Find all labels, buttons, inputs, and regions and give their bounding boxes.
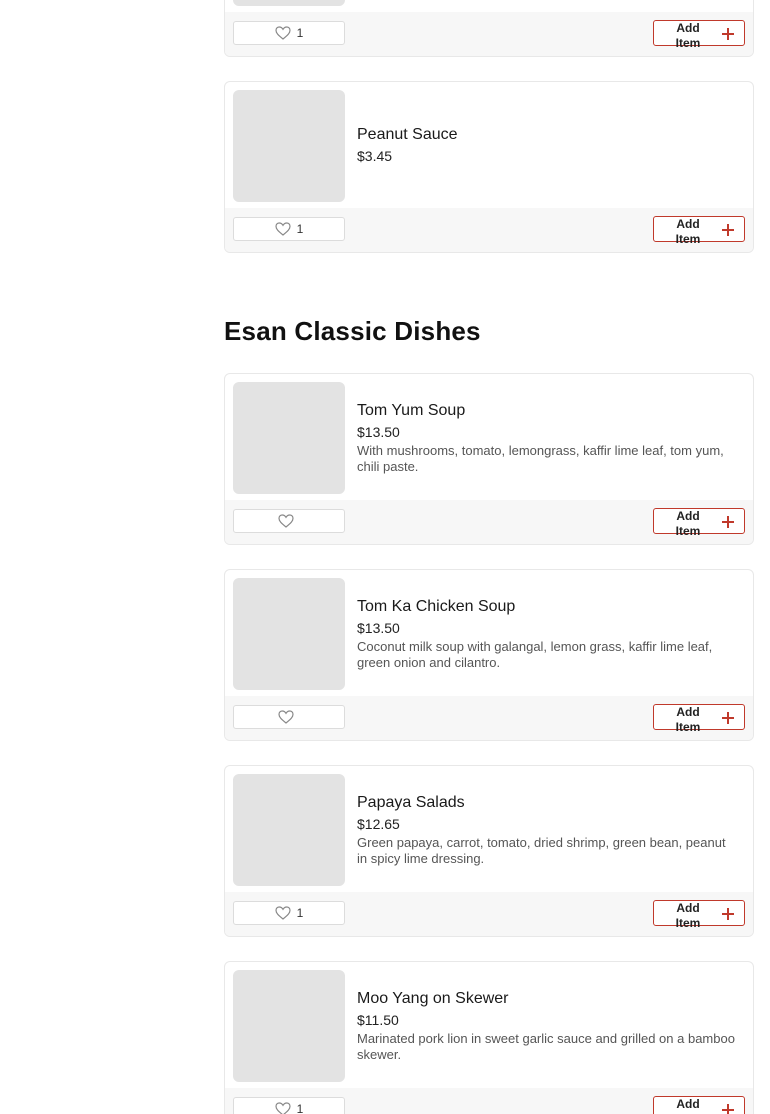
item-info: Papaya Salads $12.65 Green papaya, carro… <box>357 793 737 867</box>
like-button[interactable] <box>233 509 345 533</box>
item-description: Coconut milk soup with galangal, lemon g… <box>357 639 713 670</box>
like-count: 1 <box>296 222 304 236</box>
item-image-placeholder <box>233 382 345 494</box>
like-button[interactable]: 1 <box>233 217 345 241</box>
item-image-placeholder <box>233 774 345 886</box>
item-price: $13.50 <box>357 620 400 636</box>
heart-outline-icon <box>275 1102 291 1114</box>
item-description: Green papaya, carrot, tomato, dried shri… <box>357 835 726 866</box>
plus-icon <box>722 28 734 40</box>
add-item-button[interactable]: Add Item <box>653 20 745 50</box>
item-info: Tom Ka Chicken Soup $13.50 Coconut milk … <box>357 597 737 671</box>
menu-item-card[interactable]: Peanut Sauce $3.45 1 Add Item <box>224 81 754 253</box>
like-button[interactable]: 1 <box>233 21 345 45</box>
add-item-button[interactable]: Add Item <box>653 1096 745 1114</box>
menu-item-card[interactable]: Tom Ka Chicken Soup $13.50 Coconut milk … <box>224 569 754 741</box>
item-info: Moo Yang on Skewer $11.50 Marinated pork… <box>357 989 737 1063</box>
like-button[interactable]: 1 <box>233 1097 345 1114</box>
menu-item-card[interactable]: Moo Yang on Skewer $11.50 Marinated pork… <box>224 961 754 1114</box>
like-button[interactable] <box>233 705 345 729</box>
like-count: 1 <box>296 1102 304 1114</box>
like-count: 1 <box>296 26 304 40</box>
add-item-button[interactable]: Add Item <box>653 216 745 246</box>
add-item-label: Add Item <box>675 21 701 50</box>
add-item-button[interactable]: Add Item <box>653 900 745 930</box>
item-info: Tom Yum Soup $13.50 With mushrooms, toma… <box>357 401 737 475</box>
item-image-placeholder <box>233 578 345 690</box>
item-name: Tom Yum Soup <box>357 402 466 419</box>
menu-item-card[interactable]: 1 Add Item <box>224 0 754 57</box>
plus-icon <box>722 1104 734 1114</box>
item-footer: Add Item <box>225 500 753 544</box>
item-name: Moo Yang on Skewer <box>357 990 509 1007</box>
item-footer: Add Item <box>225 696 753 740</box>
heart-outline-icon <box>278 710 294 724</box>
item-description: Marinated pork lion in sweet garlic sauc… <box>357 1031 735 1062</box>
like-count: 1 <box>296 906 304 920</box>
item-description: With mushrooms, tomato, lemongrass, kaff… <box>357 443 724 474</box>
item-price: $12.65 <box>357 816 400 832</box>
heart-outline-icon <box>275 906 291 920</box>
plus-icon <box>722 516 734 528</box>
plus-icon <box>722 224 734 236</box>
add-item-label: Add Item <box>675 509 701 538</box>
menu-page: 1 Add Item Peanut Sauce $3.45 1 Add Item… <box>0 0 770 1114</box>
item-info: Peanut Sauce $3.45 <box>357 125 737 165</box>
heart-outline-icon <box>275 222 291 236</box>
heart-outline-icon <box>278 514 294 528</box>
add-item-label: Add Item <box>675 217 701 246</box>
item-name: Peanut Sauce <box>357 126 458 143</box>
item-name: Tom Ka Chicken Soup <box>357 598 516 615</box>
item-price: $3.45 <box>357 148 393 164</box>
menu-item-card[interactable]: Tom Yum Soup $13.50 With mushrooms, toma… <box>224 373 754 545</box>
item-name: Papaya Salads <box>357 794 465 811</box>
add-item-label: Add Item <box>676 1097 701 1114</box>
add-item-label: Add Item <box>675 705 701 734</box>
plus-icon <box>722 712 734 724</box>
item-footer: 1 Add Item <box>225 892 753 936</box>
item-footer: 1 Add Item <box>225 1088 753 1114</box>
menu-item-card[interactable]: Papaya Salads $12.65 Green papaya, carro… <box>224 765 754 937</box>
item-footer: 1 Add Item <box>225 12 753 56</box>
add-item-label: Add Item <box>675 901 701 930</box>
item-image-placeholder <box>233 0 345 6</box>
item-footer: 1 Add Item <box>225 208 753 252</box>
item-image-placeholder <box>233 970 345 1082</box>
add-item-button[interactable]: Add Item <box>653 704 745 734</box>
heart-outline-icon <box>275 26 291 40</box>
add-item-button[interactable]: Add Item <box>653 508 745 538</box>
like-button[interactable]: 1 <box>233 901 345 925</box>
section-title: Esan Classic Dishes <box>224 316 481 346</box>
plus-icon <box>722 908 734 920</box>
item-image-placeholder <box>233 90 345 202</box>
item-price: $13.50 <box>357 424 400 440</box>
item-price: $11.50 <box>357 1012 399 1028</box>
